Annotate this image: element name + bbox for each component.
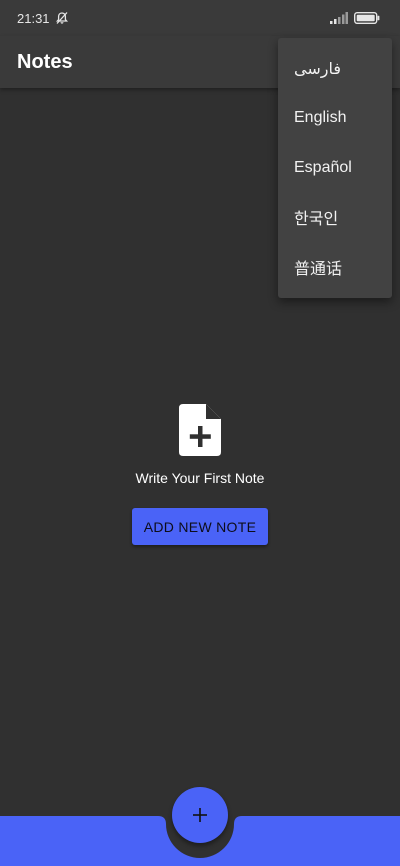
plus-icon xyxy=(193,808,207,822)
add-note-fab[interactable] xyxy=(172,787,228,843)
language-item-spanish[interactable]: Español xyxy=(278,143,392,193)
status-bar: 21:31 xyxy=(0,0,400,36)
language-item-english[interactable]: English xyxy=(278,94,392,144)
bell-off-icon xyxy=(55,11,69,25)
status-time: 21:31 xyxy=(17,10,50,26)
empty-state-message: Write Your First Note xyxy=(135,470,265,486)
add-new-note-button[interactable]: ADD NEW NOTE xyxy=(132,508,268,545)
status-left: 21:31 xyxy=(17,11,69,26)
language-menu: فارسی English Español 한국인 普通话 xyxy=(278,38,392,298)
language-item-mandarin[interactable]: 普通话 xyxy=(278,242,392,292)
status-right xyxy=(330,12,380,24)
app-title: Notes xyxy=(17,50,73,73)
language-item-korean[interactable]: 한국인 xyxy=(278,193,392,243)
battery-icon xyxy=(354,12,380,24)
notes-screen: 21:31 Notes فارسی English Español 한국인 普通… xyxy=(0,0,400,866)
language-item-farsi[interactable]: فارسی xyxy=(278,44,392,94)
empty-state: Write Your First Note ADD NEW NOTE xyxy=(0,404,400,545)
signal-icon xyxy=(330,12,348,24)
note-add-icon xyxy=(179,404,221,456)
